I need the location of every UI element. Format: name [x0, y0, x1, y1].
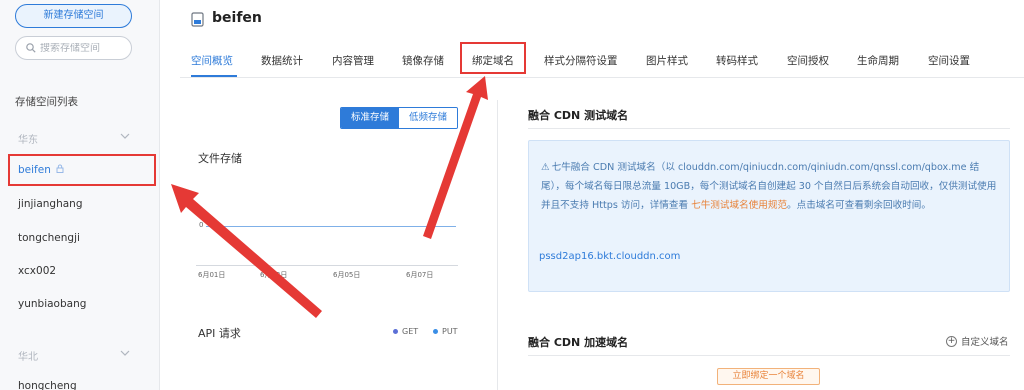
- series-line: [206, 226, 456, 227]
- cdn-test-notice: ⚠ 七牛融合 CDN 测试域名（以 clouddn.com/qiniucdn.co…: [528, 140, 1010, 292]
- tab-content[interactable]: 内容管理: [332, 53, 374, 68]
- standard-storage-option[interactable]: 标准存储: [341, 108, 400, 128]
- x-tick-label: 6月05日: [333, 271, 361, 279]
- file-storage-chart: 0 6月01日 6月03日 6月05日 6月07日: [196, 190, 466, 285]
- page-title: beifen: [212, 10, 262, 26]
- search-input[interactable]: [40, 42, 130, 54]
- test-domain-link[interactable]: pssd2ap16.bkt.clouddn.com: [539, 251, 680, 262]
- test-domain-policy-link[interactable]: 七牛测试域名使用规范: [691, 200, 787, 211]
- tab-mirror[interactable]: 镜像存储: [402, 53, 444, 68]
- x-tick-label: 6月03日: [260, 271, 288, 279]
- bucket-highlight-box: [8, 154, 156, 186]
- section-divider: [528, 128, 1010, 129]
- column-divider: [497, 100, 498, 390]
- bucket-search[interactable]: [15, 36, 132, 60]
- sidebar-item-hongcheng[interactable]: hongcheng: [18, 380, 77, 390]
- bind-domain-button[interactable]: 立即绑定一个域名: [717, 368, 820, 385]
- tab-image-style[interactable]: 图片样式: [646, 53, 688, 68]
- legend-get: GET: [393, 327, 418, 336]
- sidebar-item-yunbiaobang[interactable]: yunbiaobang: [18, 298, 86, 310]
- x-tick-label: 6月01日: [198, 271, 226, 279]
- sidebar: 新建存储空间 存储空间列表 华东 beifen jinjianghang ton…: [0, 0, 160, 390]
- tab-statistics[interactable]: 数据统计: [261, 53, 303, 68]
- tab-transcode-style[interactable]: 转码样式: [716, 53, 758, 68]
- chevron-down-icon: [120, 133, 130, 139]
- region-east[interactable]: 华东: [18, 131, 130, 146]
- cdn-test-title: 融合 CDN 测试域名: [528, 109, 629, 122]
- chevron-down-icon: [120, 350, 130, 356]
- tab-lifecycle[interactable]: 生命周期: [857, 53, 899, 68]
- tab-authorization[interactable]: 空间授权: [787, 53, 829, 68]
- sidebar-item-jinjianghang[interactable]: jinjianghang: [18, 198, 83, 210]
- region-north[interactable]: 华北: [18, 348, 130, 363]
- cdn-accel-title: 融合 CDN 加速域名: [528, 336, 629, 349]
- section-divider: [528, 355, 1010, 356]
- legend-dot: [393, 329, 398, 334]
- legend-put: PUT: [433, 327, 458, 336]
- bucket-list-title: 存储空间列表: [15, 96, 78, 108]
- y-tick-label: 0: [199, 221, 204, 229]
- tab-settings[interactable]: 空间设置: [928, 53, 970, 68]
- tab-overview[interactable]: 空间概览: [191, 53, 233, 68]
- tab-highlight-box: [460, 42, 526, 74]
- active-tab-indicator: [191, 75, 237, 77]
- sidebar-item-xcx002[interactable]: xcx002: [18, 265, 56, 277]
- plus-circle-icon: +: [946, 335, 957, 347]
- sidebar-item-tongchengji[interactable]: tongchengji: [18, 232, 80, 244]
- storage-type-toggle: 标准存储 低频存储: [340, 107, 459, 129]
- x-axis: [196, 265, 458, 266]
- custom-domain-button[interactable]: + 自定义域名: [946, 334, 1009, 348]
- file-storage-title: 文件存储: [198, 152, 242, 165]
- warning-icon: ⚠: [541, 162, 550, 173]
- search-icon: [26, 43, 36, 53]
- tab-style-separator[interactable]: 样式分隔符设置: [544, 53, 618, 68]
- x-tick-label: 6月07日: [406, 271, 434, 279]
- bucket-icon: [191, 12, 204, 27]
- infrequent-storage-option[interactable]: 低频存储: [399, 108, 458, 128]
- legend-dot: [433, 329, 438, 334]
- tab-bar: 空间概览 数据统计 内容管理 镜像存储 绑定域名 样式分隔符设置 图片样式 转码…: [180, 42, 1024, 78]
- api-requests-title: API 请求: [198, 327, 241, 340]
- new-bucket-button[interactable]: 新建存储空间: [15, 4, 132, 28]
